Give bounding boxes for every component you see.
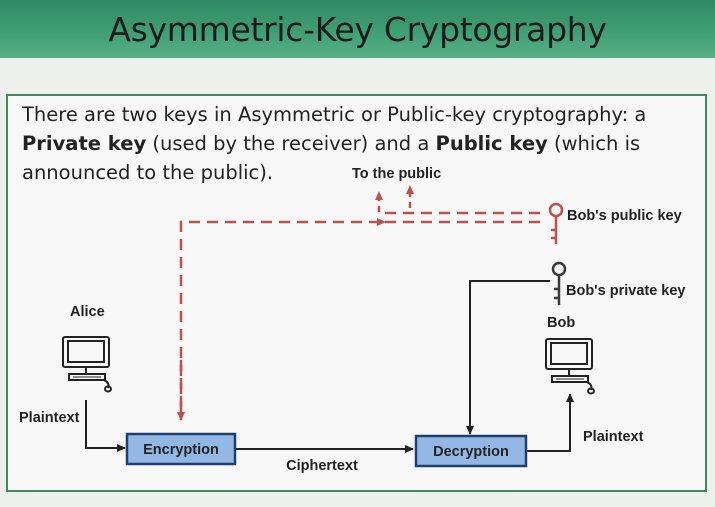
bob-computer-icon	[545, 338, 595, 395]
to-public-label: To the public	[352, 166, 441, 182]
ciphertext-label: Ciphertext	[286, 458, 358, 474]
plaintext-left-label: Plaintext	[19, 410, 80, 426]
public-key-icon	[548, 202, 564, 244]
decryption-label: Decryption	[433, 444, 509, 460]
plaintext-right-label: Plaintext	[583, 429, 644, 445]
alice-computer-icon	[62, 336, 112, 393]
private-key-icon	[551, 261, 567, 305]
public-key-path	[179, 218, 386, 412]
plaintext-in-arrow	[85, 400, 126, 452]
bob-private-key-label: Bob's private key	[566, 283, 686, 299]
plaintext-out-arrow	[527, 393, 574, 452]
alice-label: Alice	[70, 304, 105, 320]
bob-public-key-label: Bob's public key	[567, 208, 682, 224]
bob-label: Bob	[547, 315, 575, 331]
encryption-label: Encryption	[143, 442, 219, 458]
private-key-path	[466, 280, 550, 435]
diagram: To the public Bob's public key Bob's pri…	[19, 166, 686, 474]
